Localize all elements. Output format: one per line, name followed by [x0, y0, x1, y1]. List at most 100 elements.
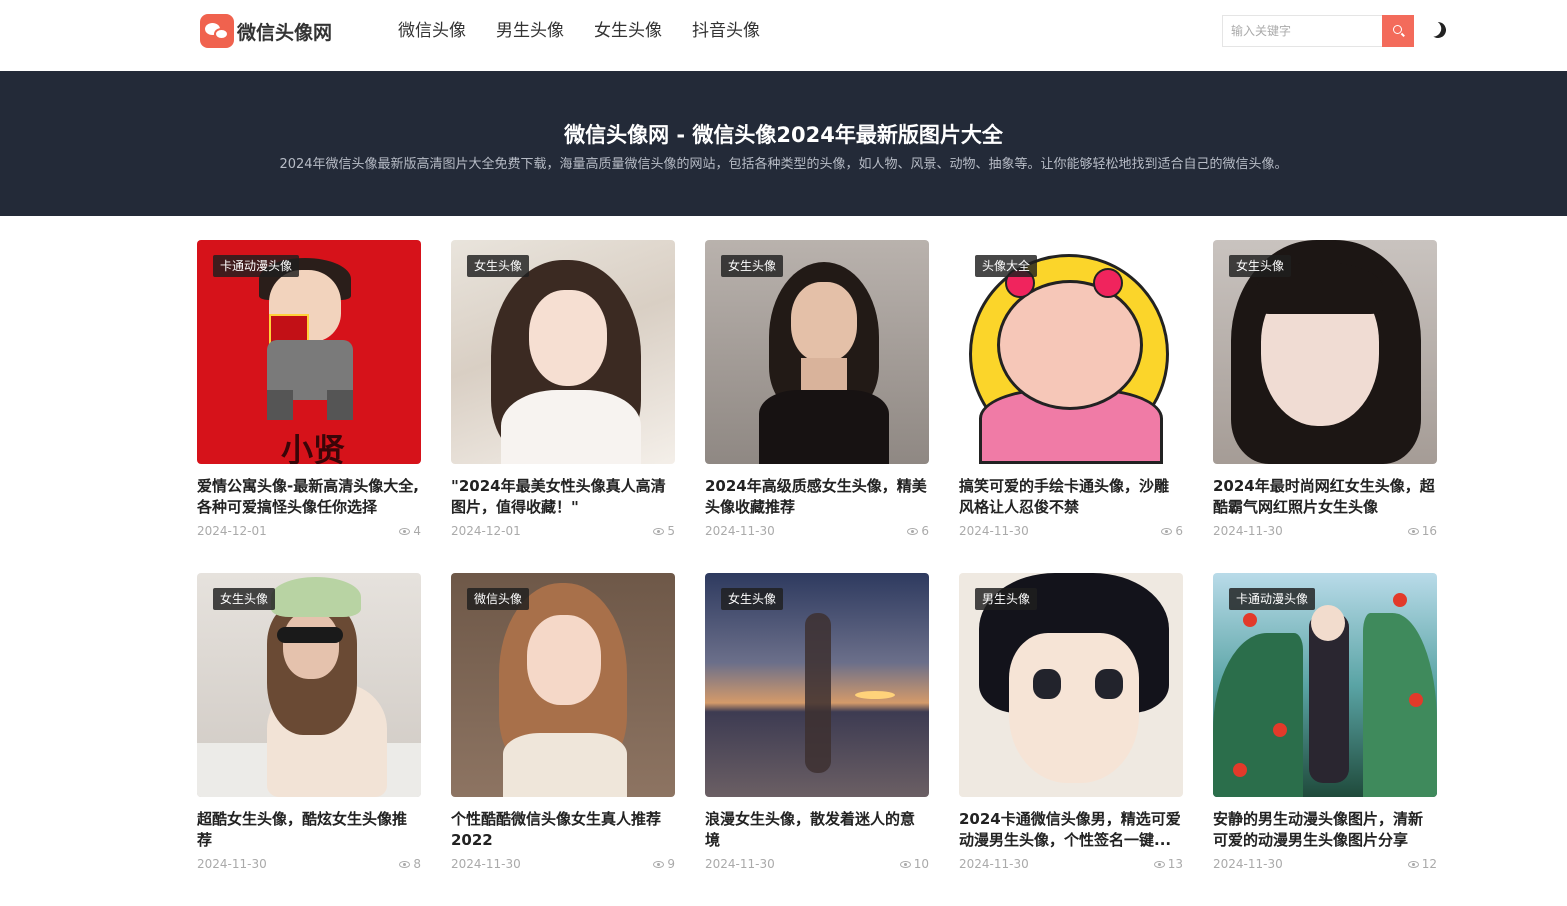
avatar-card: 女生头像 2024年高级质感女生头像，精美头像收藏推荐 2024-11-30 6	[705, 240, 929, 573]
category-tag[interactable]: 女生头像	[213, 588, 276, 610]
avatar-thumbnail[interactable]: 女生头像	[1213, 240, 1437, 464]
page-title: 微信头像网 - 微信头像2024年最新版图片大全	[564, 123, 1003, 147]
category-tag[interactable]: 微信头像	[467, 588, 530, 610]
card-title[interactable]: 爱情公寓头像-最新高清头像大全,各种可爱搞怪头像任你选择	[197, 476, 421, 518]
view-count: 9	[653, 857, 675, 871]
view-count: 13	[1153, 857, 1183, 871]
avatar-card: 女生头像 2024年最时尚网红女生头像，超酷霸气网红照片女生头像 2024-11-3…	[1213, 240, 1437, 573]
category-tag[interactable]: 女生头像	[721, 588, 784, 610]
eye-icon	[399, 860, 411, 868]
nav-item-male-avatar[interactable]: 男生头像	[496, 19, 564, 43]
eye-icon	[1161, 527, 1173, 535]
card-title[interactable]: 2024年最时尚网红女生头像，超酷霸气网红照片女生头像	[1213, 476, 1437, 518]
main-nav: 微信头像 男生头像 女生头像 抖音头像	[398, 19, 790, 43]
nav-item-female-avatar[interactable]: 女生头像	[594, 19, 662, 43]
avatar-thumbnail[interactable]: 女生头像	[197, 573, 421, 797]
view-count: 5	[653, 524, 675, 538]
page-subtitle: 2024年微信头像最新版高清图片大全免费下载，海量高质量微信头像的网站，包括各种…	[279, 157, 1288, 172]
avatar-thumbnail[interactable]: 卡通动漫头像	[1213, 573, 1437, 797]
card-title[interactable]: 个性酷酷微信头像女生真人推荐2022	[451, 809, 675, 851]
nav-item-wechat-avatar[interactable]: 微信头像	[398, 19, 466, 43]
avatar-card: 女生头像 "2024年最美女性头像真人高清图片，值得收藏！" 2024-12-01 5	[451, 240, 675, 573]
view-count-value: 13	[1167, 857, 1183, 871]
view-count-value: 10	[913, 857, 929, 871]
card-title[interactable]: 超酷女生头像，酷炫女生头像推荐	[197, 809, 421, 851]
view-count-value: 8	[413, 857, 421, 871]
avatar-thumbnail[interactable]: 小贤 卡通动漫头像	[197, 240, 421, 464]
view-count-value: 6	[921, 524, 929, 538]
search-input[interactable]	[1222, 15, 1382, 47]
site-header: 微信头像网 微信头像 男生头像 女生头像 抖音头像	[0, 0, 1567, 71]
card-title[interactable]: 2024年高级质感女生头像，精美头像收藏推荐	[705, 476, 929, 518]
eye-icon	[653, 527, 665, 535]
view-count-value: 12	[1421, 857, 1437, 871]
logo-text: 微信头像网	[237, 21, 333, 44]
avatar-thumbnail[interactable]: 男生头像	[959, 573, 1183, 797]
post-date: 2024-11-30	[451, 857, 521, 871]
eye-icon	[899, 860, 911, 868]
avatar-thumbnail[interactable]: 女生头像	[451, 240, 675, 464]
avatar-card: 女生头像超酷女生头像，酷炫女生头像推荐 2024-11-30 8	[197, 573, 421, 906]
view-count: 6	[907, 524, 929, 538]
view-count: 12	[1407, 857, 1437, 871]
view-count-value: 6	[1175, 524, 1183, 538]
dark-mode-toggle-icon[interactable]	[1428, 20, 1449, 41]
view-count: 8	[399, 857, 421, 871]
view-count: 16	[1407, 524, 1437, 538]
post-date: 2024-11-30	[1213, 857, 1283, 871]
post-date: 2024-11-30	[705, 524, 775, 538]
avatar-card: 卡通动漫头像安静的男生动漫头像图片，清新可爱的动漫男生头像图片分享 2024-11…	[1213, 573, 1437, 906]
card-meta: 2024-11-30 13	[959, 857, 1183, 871]
avatar-card: 小贤 卡通动漫头像爱情公寓头像-最新高清头像大全,各种可爱搞怪头像任你选择 2024…	[197, 240, 421, 573]
post-date: 2024-11-30	[959, 857, 1029, 871]
avatar-card: 微信头像个性酷酷微信头像女生真人推荐2022 2024-11-30 9	[451, 573, 675, 906]
eye-icon	[1407, 527, 1419, 535]
avatar-card: 女生头像浪漫女生头像，散发着迷人的意境 2024-11-30 10	[705, 573, 929, 906]
view-count: 4	[399, 524, 421, 538]
eye-icon	[1153, 860, 1165, 868]
card-meta: 2024-11-30 6	[705, 524, 929, 538]
card-meta: 2024-11-30 12	[1213, 857, 1437, 871]
avatar-thumbnail[interactable]: 头像大全	[959, 240, 1183, 464]
avatar-thumbnail[interactable]: 女生头像	[705, 573, 929, 797]
category-tag[interactable]: 女生头像	[467, 255, 530, 277]
post-date: 2024-11-30	[197, 857, 267, 871]
card-meta: 2024-11-30 8	[197, 857, 421, 871]
category-tag[interactable]: 头像大全	[975, 255, 1038, 277]
card-meta: 2024-11-30 16	[1213, 524, 1437, 538]
card-meta: 2024-11-30 6	[959, 524, 1183, 538]
view-count-value: 4	[413, 524, 421, 538]
eye-icon	[653, 860, 665, 868]
eye-icon	[1407, 860, 1419, 868]
card-title[interactable]: 浪漫女生头像，散发着迷人的意境	[705, 809, 929, 851]
post-date: 2024-11-30	[705, 857, 775, 871]
avatar-thumbnail[interactable]: 微信头像	[451, 573, 675, 797]
eye-icon	[907, 527, 919, 535]
card-title[interactable]: 2024卡通微信头像男，精选可爱动漫男生头像，个性签名一键...	[959, 809, 1183, 851]
card-meta: 2024-11-30 10	[705, 857, 929, 871]
post-date: 2024-12-01	[451, 524, 521, 538]
view-count-value: 16	[1421, 524, 1437, 538]
view-count: 10	[899, 857, 929, 871]
view-count-value: 5	[667, 524, 675, 538]
category-tag[interactable]: 男生头像	[975, 588, 1038, 610]
eye-icon	[399, 527, 411, 535]
category-tag[interactable]: 卡通动漫头像	[1229, 588, 1316, 610]
avatar-card: 头像大全搞笑可爱的手绘卡通头像，沙雕风格让人忍俊不禁 2024-11-30 6	[959, 240, 1183, 573]
category-tag[interactable]: 女生头像	[1229, 255, 1292, 277]
avatar-thumbnail[interactable]: 女生头像	[705, 240, 929, 464]
site-logo[interactable]: 微信头像网	[200, 14, 332, 48]
image-calligraphy-text: 小贤	[280, 431, 345, 464]
post-date: 2024-11-30	[959, 524, 1029, 538]
search-button[interactable]	[1382, 15, 1414, 47]
post-date: 2024-12-01	[197, 524, 267, 538]
card-title[interactable]: 安静的男生动漫头像图片，清新可爱的动漫男生头像图片分享	[1213, 809, 1437, 851]
category-tag[interactable]: 女生头像	[721, 255, 784, 277]
view-count: 6	[1161, 524, 1183, 538]
card-title[interactable]: 搞笑可爱的手绘卡通头像，沙雕风格让人忍俊不禁	[959, 476, 1183, 518]
search-box	[1222, 15, 1414, 47]
nav-item-douyin-avatar[interactable]: 抖音头像	[692, 19, 760, 43]
card-title[interactable]: "2024年最美女性头像真人高清图片，值得收藏！"	[451, 476, 675, 518]
category-tag[interactable]: 卡通动漫头像	[213, 255, 300, 277]
card-meta: 2024-11-30 9	[451, 857, 675, 871]
